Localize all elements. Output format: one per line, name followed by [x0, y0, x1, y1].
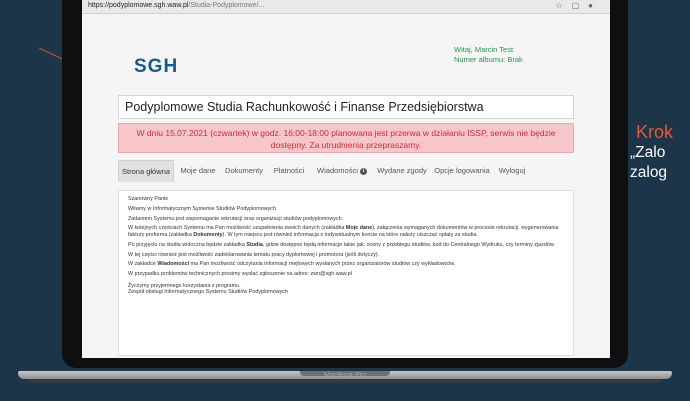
star-icon[interactable]: ☆ [555, 1, 571, 10]
page-title-box: Podyplomowe Studia Rachunkowość i Finans… [118, 95, 574, 119]
tab-opcje-logowania[interactable]: Opcje logowania [432, 160, 492, 182]
bold-moje-dane: Moje dane [345, 225, 373, 232]
album-number: Numer albumu: Brak [454, 55, 523, 64]
maintenance-alert: W dniu 15.07.2021 (czwartek) w godz. 16:… [118, 123, 574, 153]
profile-icon[interactable]: ● [588, 1, 602, 10]
text-fragment: , gdzie dostępne będą informacje takie j… [262, 241, 555, 248]
tab-wiadomosci: Wiadomości [317, 166, 358, 175]
closing-line-1: Życzymy przyjemnego korzystania z progra… [128, 282, 241, 289]
text-fragment: Po przyjęciu na studia widoczna będzie z… [128, 241, 247, 248]
tab-moje-dane[interactable]: Moje dane [178, 160, 218, 182]
bold-dokumenty: Dokumenty [193, 231, 223, 238]
tab-strona-glowna[interactable]: Strona główna [118, 160, 174, 182]
paragraph-wiadomosci: W zakładce Wiadomości ma Pan możliwość o… [128, 261, 565, 268]
paragraph-promotor: W tej części również jest możliwość zade… [128, 251, 380, 258]
welcome-text: Witamy w Informatycznym Systemie Studiów… [128, 205, 278, 212]
url-host: https://podyplomowe.sgh.waw.pl [88, 2, 189, 9]
url-text[interactable]: https://podyplomowe.sgh.waw.pl/Studia-Po… [88, 0, 264, 12]
paragraph-moje-dane: W kolejnych częściach Systemu ma Pan moż… [128, 225, 565, 238]
text-fragment: ma Pan możliwość odczytania informacji m… [189, 261, 456, 268]
bold-studia: Studia [246, 241, 263, 248]
closing-line-2: Zespół obsługi Informatycznego Systemu S… [128, 289, 289, 296]
closing: Życzymy przyjemnego korzystania z progra… [128, 283, 565, 296]
page-title: Podyplomowe Studia Rachunkowość i Finans… [125, 100, 484, 114]
bold-wiadomosci: Wiadomości [157, 261, 190, 268]
laptop-base [0, 363, 690, 401]
text-fragment: W kolejnych częściach Systemu ma Pan moż… [128, 225, 346, 232]
browser-address-bar[interactable]: https://podyplomowe.sgh.waw.pl/Studia-Po… [82, 0, 610, 14]
purpose-text: Zadaniem Systemu jest wspomaganie rekrut… [128, 215, 344, 222]
tab-wyloguj[interactable]: Wyloguj [494, 160, 530, 182]
step-line-1: „Zalo [630, 144, 666, 161]
tab-wydane-zgody[interactable]: Wydane zgody [376, 160, 428, 182]
welcome-content: Szanowny Panie Witamy w Informatycznym S… [118, 190, 574, 356]
user-info: Witaj, Marcin Test Numer albumu: Brak [454, 45, 523, 65]
extension-icon[interactable]: ▢ [572, 1, 589, 10]
text-fragment: ). W tym miejscu jest również informacja… [222, 231, 478, 238]
text-fragment: W zakładce [128, 261, 158, 268]
base-shadow [28, 379, 662, 383]
browser-window-icons: ☆▢● [555, 1, 602, 10]
paragraph-studia: Po przyjęciu na studia widoczna będzie z… [128, 242, 565, 249]
laptop-screen: https://podyplomowe.sgh.waw.pl/Studia-Po… [82, 0, 610, 358]
device-label: MacBook Pro [323, 372, 367, 379]
step-description: „Zalo zalog [630, 143, 667, 183]
main-tabs: Strona główna Moje dane Dokumenty Płatno… [118, 160, 574, 182]
user-greeting: Witaj, Marcin Test [454, 45, 514, 54]
salutation: Szanowny Panie [128, 196, 169, 202]
page: SGH Witaj, Marcin Test Numer albumu: Bra… [82, 14, 610, 358]
tab-platnosci[interactable]: Płatności [270, 160, 308, 182]
paragraph-support: W przypadku problemów technicznych prosi… [128, 271, 352, 278]
tab-dokumenty[interactable]: Dokumenty [222, 160, 266, 182]
step-line-2: zalog [630, 164, 668, 181]
decorative-line [0, 0, 71, 62]
sgh-logo[interactable]: SGH [134, 56, 178, 78]
url-path: /Studia-Podyplomowe/... [188, 2, 265, 9]
step-heading: Krok [636, 122, 674, 142]
tab-wiadomosci-wrap[interactable]: Wiadomości i [312, 160, 372, 182]
info-icon: i [359, 167, 367, 175]
